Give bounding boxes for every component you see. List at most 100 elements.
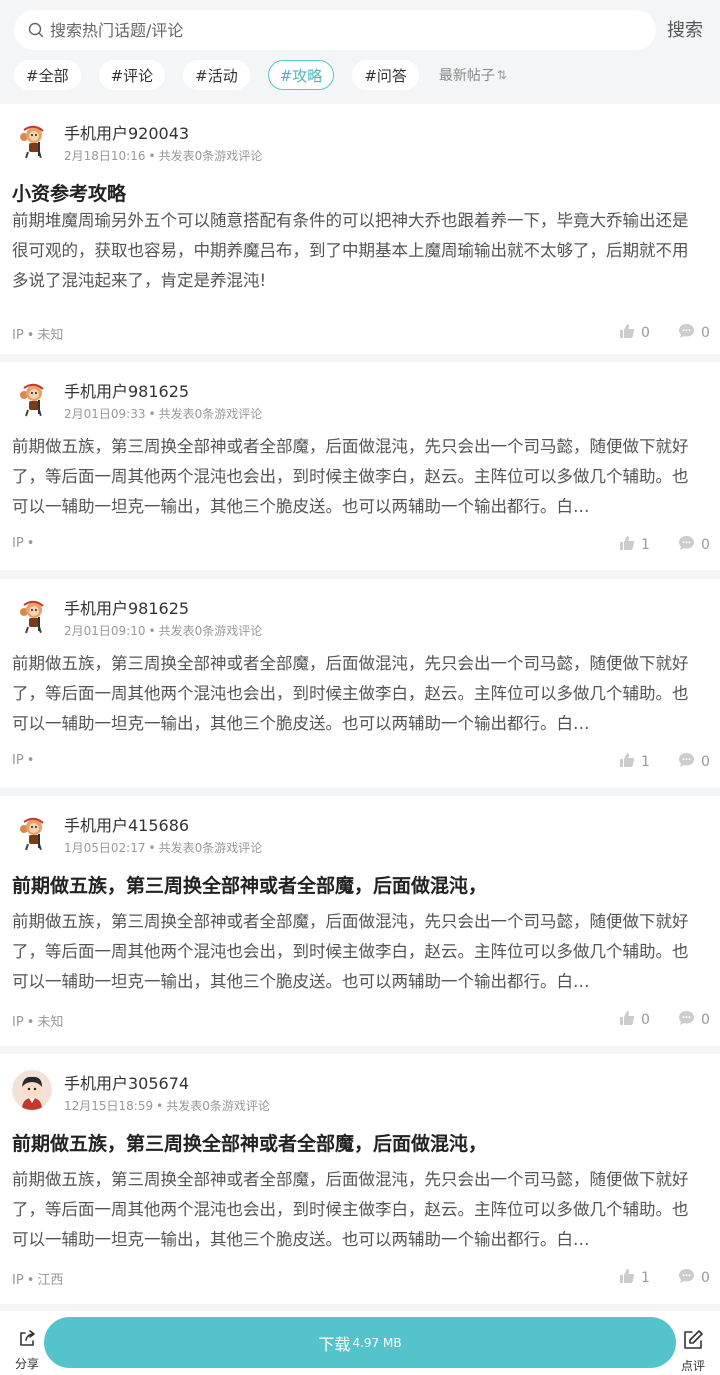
download-size: 4.97 MB — [352, 1335, 402, 1350]
like-button[interactable]: 0 — [619, 323, 650, 343]
post-title[interactable]: 小资参考攻略 — [12, 179, 126, 206]
post-content[interactable]: 前期做五族，第三周换全部神或者全部魔，后面做混沌，先只会出一个司马懿，随便做下就… — [12, 649, 702, 739]
post-username[interactable]: 手机用户920043 — [64, 120, 189, 144]
comment-button[interactable]: 0 — [678, 752, 710, 772]
comment-count: 0 — [701, 1012, 710, 1028]
comment-button[interactable]: 0 — [678, 323, 710, 343]
post-ip: IP • — [12, 753, 37, 768]
like-button[interactable]: 0 — [619, 1010, 650, 1030]
ip-dot: • — [26, 536, 35, 551]
edit-icon — [682, 1329, 704, 1355]
share-button[interactable]: 分享 — [12, 1329, 42, 1372]
boy-avatar[interactable] — [12, 1070, 52, 1110]
thumbs-up-icon — [619, 535, 641, 555]
post-username[interactable]: 手机用户981625 — [64, 378, 189, 402]
ip-label: IP — [12, 328, 24, 343]
like-button[interactable]: 1 — [619, 535, 650, 555]
search-icon — [26, 20, 46, 40]
review-label: 点评 — [680, 1359, 705, 1373]
comment-icon — [678, 752, 701, 772]
post-date: 2月01日09:33 — [64, 407, 146, 421]
post-card[interactable]: 手机用户981625 2月01日09:10 • 共发表0条游戏评论 前期做五族，第三周换… — [0, 579, 720, 787]
post-date: 2月18日10:16 — [64, 149, 146, 163]
share-icon — [17, 1329, 37, 1353]
sort-dropdown[interactable]: 最新帖子 ⇅ — [439, 65, 507, 85]
ip-location: 江西 — [37, 1273, 64, 1288]
post-ip: IP • — [12, 536, 37, 551]
ip-dot: • — [26, 753, 35, 768]
sort-icon: ⇅ — [496, 68, 507, 82]
thumbs-up-icon — [619, 323, 641, 343]
download-button[interactable]: 下载 4.97 MB — [44, 1317, 676, 1368]
post-meta: 2月01日09:10 • 共发表0条游戏评论 — [64, 622, 262, 639]
post-ip: IP • 江西 — [12, 1269, 63, 1288]
monkey-avatar[interactable] — [12, 812, 52, 852]
tab-qa[interactable]: #问答 — [352, 60, 419, 90]
ip-label: IP — [12, 536, 24, 551]
post-title[interactable]: 前期做五族，第三周换全部神或者全部魔，后面做混沌， — [12, 1129, 487, 1156]
post-meta: 2月01日09:33 • 共发表0条游戏评论 — [64, 405, 262, 422]
like-button[interactable]: 1 — [619, 1268, 650, 1288]
comment-count: 0 — [701, 325, 710, 341]
review-button[interactable]: 点评 — [678, 1329, 708, 1374]
post-card[interactable]: 手机用户920043 2月18日10:16 • 共发表0条游戏评论小资参考攻略 前期堆魔… — [0, 104, 720, 354]
post-user-stats: 共发表0条游戏评论 — [158, 624, 263, 638]
comment-button[interactable]: 0 — [678, 1010, 710, 1030]
ip-location: 未知 — [37, 1015, 64, 1030]
thumbs-up-icon — [619, 752, 641, 772]
search-input[interactable] — [50, 20, 610, 40]
share-label: 分享 — [14, 1357, 39, 1371]
post-card[interactable]: 手机用户305674 12月15日18:59 • 共发表0条游戏评论前期做五族，第三周… — [0, 1054, 720, 1304]
post-user-stats: 共发表0条游戏评论 — [166, 1099, 270, 1113]
like-button[interactable]: 1 — [619, 752, 650, 772]
comment-count: 0 — [701, 754, 710, 770]
like-count: 0 — [641, 325, 650, 341]
tab-reviews[interactable]: #评论 — [98, 60, 166, 90]
ip-label: IP — [12, 1015, 24, 1030]
header: 搜索 #全部 #评论 #活动 #攻略 #问答 最新帖子 ⇅ — [0, 0, 720, 104]
topic-tabs: #全部 #评论 #活动 #攻略 #问答 最新帖子 ⇅ — [14, 59, 507, 91]
sort-label: 最新帖子 — [438, 68, 495, 84]
meta-dot: • — [148, 407, 156, 421]
post-card[interactable]: 手机用户415686 1月05日02:17 • 共发表0条游戏评论前期做五族，第三周换… — [0, 796, 720, 1046]
comment-icon — [678, 1268, 701, 1288]
ip-label: IP — [12, 1273, 24, 1288]
ip-location: 未知 — [37, 328, 64, 343]
comment-icon — [678, 535, 701, 555]
post-content[interactable]: 前期做五族，第三周换全部神或者全部魔，后面做混沌，先只会出一个司马懿，随便做下就… — [12, 907, 702, 997]
search-box[interactable] — [14, 10, 656, 50]
monkey-avatar[interactable] — [12, 378, 52, 418]
tab-events[interactable]: #活动 — [183, 60, 250, 90]
comment-icon — [678, 1010, 701, 1030]
monkey-avatar[interactable] — [12, 120, 52, 160]
post-meta: 12月15日18:59 • 共发表0条游戏评论 — [64, 1097, 270, 1114]
like-count: 0 — [641, 1012, 650, 1028]
post-meta: 2月18日10:16 • 共发表0条游戏评论 — [64, 147, 262, 164]
meta-dot: • — [156, 1099, 164, 1113]
meta-dot: • — [148, 841, 156, 855]
ip-dot: • — [26, 1015, 35, 1030]
post-meta: 1月05日02:17 • 共发表0条游戏评论 — [64, 839, 262, 856]
ip-dot: • — [26, 1273, 35, 1288]
monkey-avatar[interactable] — [12, 595, 52, 635]
tab-all[interactable]: #全部 — [14, 60, 81, 90]
bottom-bar: 分享 下载 4.97 MB 点评 — [0, 1311, 720, 1375]
comment-button[interactable]: 0 — [678, 1268, 710, 1288]
comment-count: 0 — [701, 1270, 710, 1286]
post-user-stats: 共发表0条游戏评论 — [158, 841, 263, 855]
like-count: 1 — [641, 754, 650, 770]
post-username[interactable]: 手机用户415686 — [64, 812, 189, 836]
post-content[interactable]: 前期做五族，第三周换全部神或者全部魔，后面做混沌，先只会出一个司马懿，随便做下就… — [12, 1165, 702, 1255]
post-date: 2月01日09:10 — [64, 624, 146, 638]
search-button[interactable]: 搜索 — [667, 16, 703, 42]
post-content[interactable]: 前期堆魔周瑜另外五个可以随意搭配有条件的可以把神大乔也跟着养一下，毕竟大乔输出还… — [12, 206, 702, 296]
post-content[interactable]: 前期做五族，第三周换全部神或者全部魔，后面做混沌，先只会出一个司马懿，随便做下就… — [12, 432, 702, 522]
post-username[interactable]: 手机用户305674 — [64, 1070, 189, 1094]
tab-guides[interactable]: #攻略 — [267, 60, 335, 90]
post-username[interactable]: 手机用户981625 — [64, 595, 189, 619]
comment-button[interactable]: 0 — [678, 535, 710, 555]
post-card[interactable]: 手机用户981625 2月01日09:33 • 共发表0条游戏评论前期做五族，第三周换… — [0, 362, 720, 570]
post-title[interactable]: 前期做五族，第三周换全部神或者全部魔，后面做混沌， — [12, 871, 487, 898]
comment-count: 0 — [701, 537, 710, 553]
thumbs-up-icon — [619, 1268, 641, 1288]
